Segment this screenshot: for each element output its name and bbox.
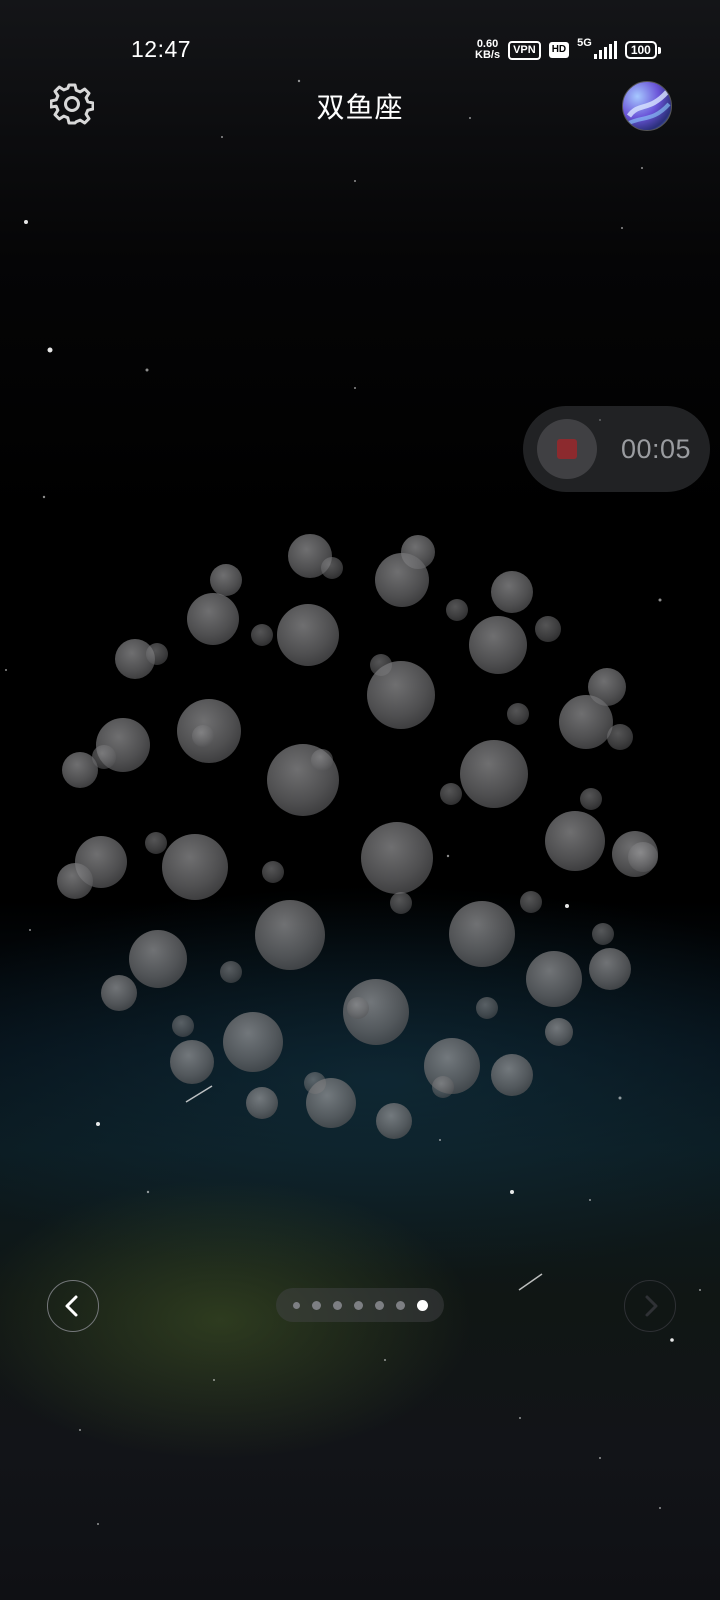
bubble <box>446 599 468 621</box>
bubble <box>545 1018 573 1046</box>
status-bar: 12:47 0.60 KB/s VPN HD 5G 100 <box>0 0 720 100</box>
bubble <box>255 900 325 970</box>
page-dot <box>292 1301 300 1309</box>
avatar[interactable] <box>622 81 672 131</box>
bubble <box>251 624 273 646</box>
bubble <box>146 643 168 665</box>
bubble <box>361 822 433 894</box>
bubble <box>491 1054 533 1096</box>
bubble <box>306 1078 356 1128</box>
bubble <box>559 695 613 749</box>
page-dot <box>374 1300 384 1310</box>
bubble <box>172 1015 194 1037</box>
page-dot <box>332 1300 342 1310</box>
next-button[interactable] <box>624 1280 676 1332</box>
vpn-badge: VPN <box>508 40 541 60</box>
bubble <box>589 948 631 990</box>
bubble <box>170 1040 214 1084</box>
stop-icon <box>557 439 577 459</box>
page-dot <box>311 1300 321 1310</box>
bubble <box>262 861 284 883</box>
bubble <box>449 901 515 967</box>
status-time: 12:47 <box>131 36 192 62</box>
bubble <box>57 863 93 899</box>
bubble <box>376 1103 412 1139</box>
bubble <box>491 571 533 613</box>
bubble <box>347 997 369 1019</box>
page-dot <box>395 1300 405 1310</box>
bubble <box>321 557 343 579</box>
avatar-image <box>626 90 671 126</box>
bubble <box>535 616 561 642</box>
bubble <box>311 749 333 771</box>
bubble <box>390 892 412 914</box>
bubble <box>277 604 339 666</box>
bubble <box>192 725 214 747</box>
recording-widget[interactable]: 00:05 <box>523 406 710 492</box>
page-indicator <box>276 1288 444 1322</box>
bubble <box>526 951 582 1007</box>
bubble <box>246 1087 278 1119</box>
chevron-right-icon <box>645 1295 658 1317</box>
bubble <box>129 930 187 988</box>
bubble <box>432 1076 454 1098</box>
bubble <box>223 1012 283 1072</box>
status-icons: 0.60 KB/s VPN HD 5G 100 <box>475 36 661 64</box>
bubble <box>62 752 98 788</box>
bubble <box>187 593 239 645</box>
chevron-left-icon <box>65 1295 78 1317</box>
bubble <box>375 553 429 607</box>
bubble <box>476 997 498 1019</box>
bubble <box>628 842 658 872</box>
bubble <box>469 616 527 674</box>
previous-button[interactable] <box>47 1280 99 1332</box>
network-type-label: 5G <box>577 37 592 49</box>
bubble <box>145 832 167 854</box>
bubble <box>367 661 435 729</box>
bubble <box>460 740 528 808</box>
bubble <box>210 564 242 596</box>
battery-icon: 100 <box>624 41 661 59</box>
bubble <box>520 891 542 913</box>
bubble <box>507 703 529 725</box>
bubble <box>162 834 228 900</box>
cellular-signal-icon: 5G <box>577 37 617 59</box>
bubble-cluster <box>57 534 658 1139</box>
page-dot-active <box>416 1299 428 1311</box>
recording-timer: 00:05 <box>621 434 692 464</box>
hd-badge: HD <box>548 42 570 58</box>
signal-bars <box>593 41 617 59</box>
bubble <box>592 923 614 945</box>
network-speed-unit: KB/s <box>475 49 501 61</box>
bubble <box>580 788 602 810</box>
page-dot <box>353 1300 363 1310</box>
bubble <box>545 811 605 871</box>
network-speed: 0.60 KB/s <box>475 39 500 61</box>
bubble <box>220 961 242 983</box>
bubble <box>607 724 633 750</box>
page-title: 双鱼座 <box>316 92 404 123</box>
stop-recording-button[interactable] <box>537 419 597 479</box>
bubble <box>440 783 462 805</box>
battery-level: 100 <box>624 41 657 59</box>
bubble <box>101 975 137 1011</box>
